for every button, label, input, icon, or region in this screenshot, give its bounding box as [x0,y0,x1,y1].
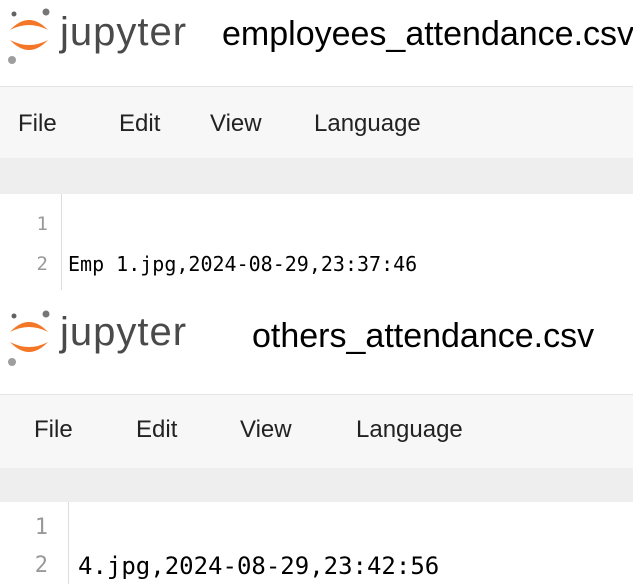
toolbar [0,468,633,502]
gutter-divider [68,502,69,584]
code-line[interactable]: Emp 1.jpg,2024-08-29,23:37:46 [68,252,417,276]
menu-file[interactable]: File [18,109,57,139]
jupyter-logo-icon[interactable] [6,306,52,368]
menu-language[interactable]: Language [314,109,421,139]
menu-language[interactable]: Language [356,415,463,445]
menu-view[interactable]: View [240,415,292,445]
header: jupyter others_attendance.csv [0,296,633,376]
gutter-divider [61,194,62,290]
file-name[interactable]: employees_attendance.csv [222,12,633,56]
line-number: 2 [34,553,48,578]
menu-bar: File Edit View Language [0,394,633,469]
code-line[interactable]: 4.jpg,2024-08-29,23:42:56 [78,554,439,578]
editor-window-others: jupyter others_attendance.csv File Edit … [0,296,633,584]
menu-edit[interactable]: Edit [136,415,177,445]
code-editor[interactable]: 1 2 Emp 1.jpg,2024-08-29,23:37:46 [0,194,633,290]
editor-window-employees: jupyter employees_attendance.csv File Ed… [0,0,633,290]
line-number: 1 [36,213,48,235]
code-editor[interactable]: 1 2 4.jpg,2024-08-29,23:42:56 [0,502,633,584]
header: jupyter employees_attendance.csv [0,0,633,80]
menu-edit[interactable]: Edit [119,109,160,139]
toolbar [0,158,633,194]
menu-bar: File Edit View Language [0,86,633,159]
jupyter-logo-icon[interactable] [6,4,52,66]
menu-file[interactable]: File [34,415,73,445]
line-number: 2 [36,253,48,275]
jupyter-brand-text: jupyter [60,310,188,354]
jupyter-brand-text: jupyter [60,10,188,54]
menu-view[interactable]: View [210,109,262,139]
file-name[interactable]: others_attendance.csv [252,314,594,358]
line-number: 1 [34,515,48,540]
